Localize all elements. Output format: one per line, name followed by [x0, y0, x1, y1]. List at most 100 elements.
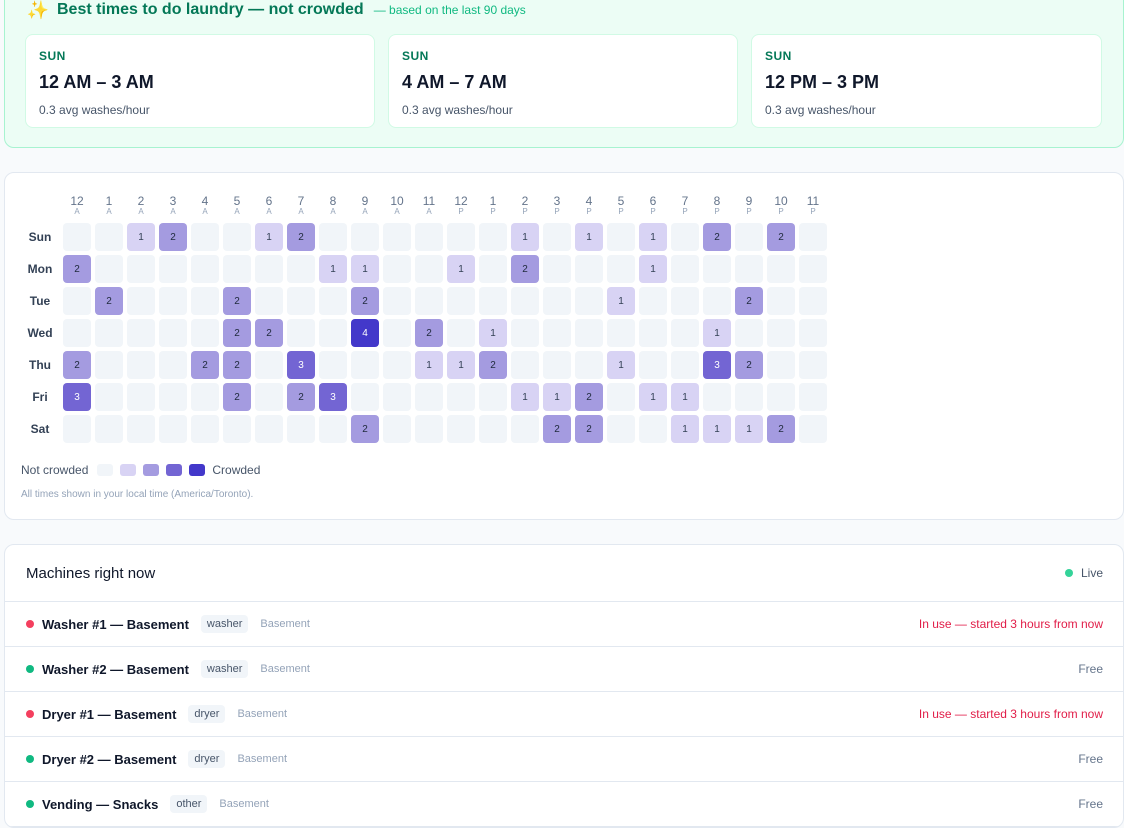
heatmap-cell [511, 319, 539, 347]
heatmap-cell: 4 [351, 319, 379, 347]
hour-number: 2 [521, 194, 529, 208]
heatmap-cell [735, 383, 763, 411]
hour-ampm: P [490, 207, 496, 216]
heatmap-cell [319, 319, 347, 347]
legend-swatch [143, 464, 160, 476]
machine-location: Basement [219, 798, 269, 810]
best-times-subtitle: — based on the last 90 days [373, 3, 526, 17]
status-dot-icon [26, 710, 34, 718]
heatmap-cell [191, 319, 219, 347]
hour-number: 7 [681, 194, 689, 208]
machine-location: Basement [260, 618, 310, 630]
heatmap-cell: 1 [703, 319, 731, 347]
heatmap-cell: 2 [575, 415, 603, 443]
heatmap-cell [799, 383, 827, 411]
heatmap-cell: 2 [703, 223, 731, 251]
machines-title: Machines right now [26, 564, 156, 582]
heatmap-cell [63, 415, 91, 443]
heatmap-cell [799, 223, 827, 251]
hour-label: 8A [319, 195, 347, 216]
live-dot-icon [1064, 569, 1073, 577]
hour-ampm: P [714, 207, 720, 216]
machine-name: Washer #2 — Basement [42, 661, 189, 677]
heatmap-cell [543, 351, 571, 379]
heatmap-cell: 2 [63, 351, 91, 379]
legend-high-label: Crowded [212, 463, 261, 477]
heatmap-cell: 2 [351, 287, 379, 315]
day-label: Mon [27, 262, 53, 276]
heatmap-cell [415, 287, 443, 315]
heatmap-cell: 1 [479, 319, 507, 347]
best-times-title: Best times to do laundry — not crowded [57, 1, 364, 18]
best-time-day: SUN [39, 49, 66, 63]
best-time-range: 12 PM – 3 PM [765, 72, 880, 92]
heatmap-cell [703, 255, 731, 283]
hour-number: 5 [617, 194, 625, 208]
best-times-panel: ✨ Best times to do laundry — not crowded… [4, 0, 1124, 148]
heatmap-cell [735, 223, 763, 251]
heatmap-cell [607, 223, 635, 251]
machine-row[interactable]: Washer #2 — Basement washer Basement Free [5, 647, 1123, 692]
heatmap-cell [703, 287, 731, 315]
heatmap-cell [319, 223, 347, 251]
hour-number: 10 [390, 194, 404, 208]
legend-low-label: Not crowded [21, 463, 89, 477]
best-time-avg: 0.3 avg washes/hour [39, 103, 150, 117]
best-times-cards: SUN 12 AM – 3 AM 0.3 avg washes/hour SUN… [25, 34, 1102, 128]
live-indicator: Live [1064, 566, 1103, 580]
heatmap-cell [255, 415, 283, 443]
heatmap-cell [223, 223, 251, 251]
hour-number: 5 [233, 194, 241, 208]
machine-row[interactable]: Vending — Snacks other Basement Free [5, 782, 1123, 827]
heatmap-cell [447, 383, 475, 411]
hour-label: 4P [575, 195, 603, 216]
heatmap-cell: 1 [639, 223, 667, 251]
hour-ampm: A [106, 207, 112, 216]
hour-label: 9A [351, 195, 379, 216]
heatmap-cell [223, 255, 251, 283]
hour-label: 1A [95, 195, 123, 216]
heatmap-cell [415, 383, 443, 411]
hour-ampm: A [234, 207, 240, 216]
machine-status: Free [1078, 752, 1103, 766]
machine-row[interactable]: Washer #1 — Basement washer Basement In use… [5, 602, 1123, 647]
hour-ampm: P [554, 207, 560, 216]
machine-status: In use — started 3 hours from now [918, 707, 1103, 721]
heatmap-cell [191, 383, 219, 411]
hour-number: 10 [774, 194, 788, 208]
heatmap-cell [191, 255, 219, 283]
heatmap-cell: 3 [63, 383, 91, 411]
heatmap-cell: 1 [255, 223, 283, 251]
heatmap-cell [287, 255, 315, 283]
heatmap-cell [479, 255, 507, 283]
heatmap-cell [159, 287, 187, 315]
day-label: Fri [32, 390, 48, 404]
machine-row[interactable]: Dryer #2 — Basement dryer Basement Free [5, 737, 1123, 782]
hour-ampm: A [74, 207, 80, 216]
hour-number: 12 [454, 194, 468, 208]
heatmap-cell: 2 [767, 223, 795, 251]
heatmap-cell: 2 [351, 415, 379, 443]
legend-swatch [120, 464, 137, 476]
machine-name: Dryer #1 — Basement [42, 706, 177, 722]
heatmap-cell: 2 [159, 223, 187, 251]
heatmap-cell [95, 255, 123, 283]
heatmap-cell: 1 [607, 287, 635, 315]
hour-number: 8 [329, 194, 337, 208]
hour-ampm: A [426, 207, 432, 216]
heatmap-cell [671, 287, 699, 315]
live-label: Live [1080, 566, 1103, 580]
hour-label: 2P [511, 195, 539, 216]
heatmap-cell: 1 [511, 383, 539, 411]
heatmap-cell [479, 383, 507, 411]
heatmap-cell [511, 287, 539, 315]
hour-ampm: A [170, 207, 176, 216]
hour-label: 7A [287, 195, 315, 216]
hour-number: 3 [169, 194, 177, 208]
machine-row[interactable]: Dryer #1 — Basement dryer Basement In use —… [5, 692, 1123, 737]
heatmap-cell [543, 223, 571, 251]
hour-label: 7P [671, 195, 699, 216]
hour-number: 6 [649, 194, 657, 208]
heatmap-cell: 2 [95, 287, 123, 315]
heatmap-cell [127, 351, 155, 379]
